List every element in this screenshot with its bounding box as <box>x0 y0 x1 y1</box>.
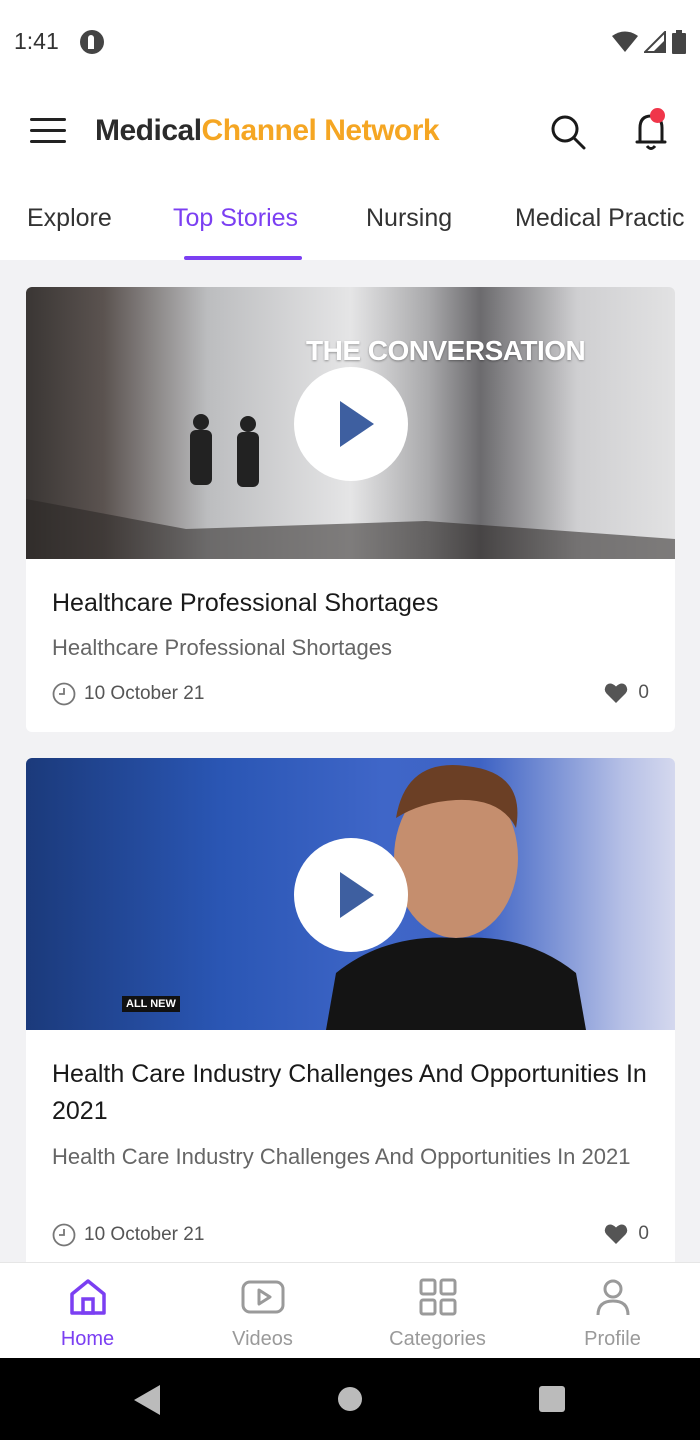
feed[interactable]: THE CONVERSATION Healthcare Professional… <box>0 260 700 1262</box>
brand-logo: MedicalChannel Network <box>95 114 440 148</box>
card-likes[interactable]: 0 <box>604 1223 649 1245</box>
thumbnail-people <box>190 414 259 487</box>
like-count: 0 <box>638 682 649 703</box>
bottom-navigation: Home Videos Categories Profile <box>0 1262 700 1358</box>
tab-nursing[interactable]: Nursing <box>366 204 452 233</box>
clock-icon <box>52 682 76 706</box>
card-subtitle: Healthcare Professional Shortages <box>52 635 392 660</box>
tab-medical-practice[interactable]: Medical Practic <box>515 204 685 233</box>
tab-explore[interactable]: Explore <box>27 204 112 233</box>
home-circle-icon[interactable] <box>338 1387 362 1411</box>
card-date-text: 10 October 21 <box>84 683 205 704</box>
nav-videos[interactable]: Videos <box>175 1277 350 1351</box>
card-title[interactable]: Health Care Industry Challenges And Oppo… <box>52 1056 652 1130</box>
like-count: 0 <box>638 1223 649 1244</box>
back-icon[interactable] <box>134 1385 160 1415</box>
clock-icon <box>52 1223 76 1247</box>
status-bar: 1:41 <box>0 0 700 84</box>
card-date: 10 October 21 <box>52 682 204 706</box>
card-date: 10 October 21 <box>52 1223 204 1247</box>
signal-icon <box>644 31 666 53</box>
search-icon[interactable] <box>550 114 586 150</box>
play-button[interactable] <box>294 838 408 952</box>
nav-categories-label: Categories <box>389 1328 486 1350</box>
card-title[interactable]: Healthcare Professional Shortages <box>52 585 652 622</box>
tab-top-stories[interactable]: Top Stories <box>173 204 298 233</box>
thumbnail-overlay-badge: ALL NEW <box>122 996 180 1012</box>
home-icon <box>69 1279 106 1315</box>
card-date-text: 10 October 21 <box>84 1224 205 1245</box>
video-icon <box>241 1280 284 1314</box>
nav-home-label: Home <box>60 1328 115 1350</box>
nav-profile[interactable]: Profile <box>525 1277 700 1351</box>
card-subtitle: Health Care Industry Challenges And Oppo… <box>52 1144 631 1169</box>
video-card[interactable]: ALL NEW Health Care Industry Challenges … <box>26 758 675 1262</box>
nav-home[interactable]: Home <box>0 1277 175 1351</box>
recents-icon[interactable] <box>539 1386 565 1412</box>
person-icon <box>596 1279 629 1316</box>
nav-categories[interactable]: Categories <box>350 1277 525 1351</box>
category-tabs: Explore Top Stories Nursing Medical Prac… <box>0 180 700 260</box>
video-thumbnail[interactable]: THE CONVERSATION <box>26 287 675 559</box>
heart-icon[interactable] <box>604 682 628 704</box>
card-likes[interactable]: 0 <box>604 682 649 704</box>
hamburger-menu-icon[interactable] <box>30 118 66 144</box>
video-card[interactable]: THE CONVERSATION Healthcare Professional… <box>26 287 675 732</box>
system-navigation-bar <box>0 1358 700 1440</box>
notification-badge <box>650 108 665 123</box>
brand-text-channel: Channel Network <box>201 114 440 147</box>
nav-videos-label: Videos <box>232 1328 293 1350</box>
heart-icon[interactable] <box>604 1223 628 1245</box>
grid-icon <box>419 1278 456 1316</box>
status-time: 1:41 <box>14 28 59 54</box>
app-bar: MedicalChannel Network <box>0 84 700 180</box>
battery-icon <box>672 30 686 54</box>
system-icons <box>612 30 686 54</box>
thumbnail-scene <box>26 499 675 559</box>
brand-text-medical: Medical <box>95 114 202 147</box>
play-button[interactable] <box>294 367 408 481</box>
thumbnail-overlay-text: THE CONVERSATION <box>306 335 586 366</box>
app-notification-icon <box>80 30 104 54</box>
wifi-icon <box>612 31 638 52</box>
video-thumbnail[interactable]: ALL NEW <box>26 758 675 1030</box>
nav-profile-label: Profile <box>584 1328 641 1350</box>
